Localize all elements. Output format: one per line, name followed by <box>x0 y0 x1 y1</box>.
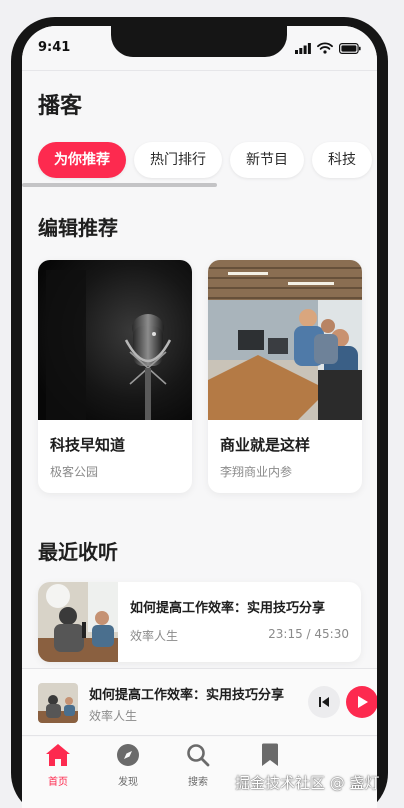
tab-tech[interactable]: 科技 <box>312 142 372 178</box>
tabs-scrollbar[interactable] <box>22 183 217 187</box>
tab-for-you[interactable]: 为你推荐 <box>38 142 126 178</box>
recent-episode-row[interactable]: 如何提高工作效率：实用技巧分享 效率人生 23:15 / 45:30 <box>38 582 361 662</box>
tab-hot-ranking[interactable]: 热门排行 <box>134 142 222 178</box>
skip-previous-icon <box>319 697 329 707</box>
card-author: 李翔商业内参 <box>220 465 293 479</box>
wifi-icon <box>317 42 333 54</box>
mini-player[interactable]: 如何提高工作效率：实用技巧分享 效率人生 <box>22 668 377 736</box>
podcast-card[interactable]: 科技早知道 极客公园 <box>38 260 192 493</box>
watermark-text: 掘金技术社区 @ 盏灯 <box>235 774 380 792</box>
recent-episode-progress: 23:15 / 45:30 <box>268 627 349 641</box>
tab-home[interactable]: 首页 <box>28 743 88 788</box>
category-tabs: 为你推荐 热门排行 新节目 科技 <box>38 142 377 180</box>
battery-icon <box>339 42 361 54</box>
home-icon <box>46 744 70 766</box>
tab-library[interactable] <box>240 743 300 773</box>
device-notch <box>111 17 287 57</box>
podcast-studio-image <box>38 582 118 662</box>
play-button[interactable] <box>346 686 377 718</box>
cellular-signal-icon <box>295 42 311 54</box>
now-playing-artwork <box>38 683 78 723</box>
card-title: 科技早知道 <box>50 436 126 454</box>
previous-button[interactable] <box>308 686 340 718</box>
card-author: 极客公园 <box>50 465 99 479</box>
podcast-card[interactable]: 商业就是这样 李翔商业内参 <box>208 260 362 493</box>
tab-search[interactable]: 搜索 <box>168 743 228 788</box>
recent-episode-podcast: 效率人生 <box>130 629 179 643</box>
header-divider <box>22 70 377 71</box>
card-title: 商业就是这样 <box>220 436 311 454</box>
compass-icon <box>117 744 139 766</box>
bookmark-icon <box>262 743 278 766</box>
status-icons <box>295 42 361 54</box>
tab-new-shows[interactable]: 新节目 <box>230 142 304 178</box>
office-meeting-image <box>208 260 362 420</box>
player-podcast: 效率人生 <box>89 709 138 723</box>
tab-home-label: 首页 <box>48 777 68 788</box>
play-icon <box>358 696 368 708</box>
tab-discover[interactable]: 发现 <box>98 743 158 788</box>
tab-discover-label: 发现 <box>118 777 138 788</box>
recent-title: 最近收听 <box>38 540 118 564</box>
player-title: 如何提高工作效率：实用技巧分享 <box>89 688 285 703</box>
editor-picks-title: 编辑推荐 <box>38 216 118 240</box>
recent-episode-title: 如何提高工作效率：实用技巧分享 <box>130 601 326 616</box>
page-title: 播客 <box>38 94 83 119</box>
studio-microphone-image <box>38 260 192 420</box>
app-screen: 9:41 播客 为你推荐 热门排行 新节目 科技 编辑推荐 科技早知道 极客公园… <box>22 26 377 808</box>
search-icon <box>187 744 210 767</box>
status-time: 9:41 <box>38 40 71 55</box>
tab-search-label: 搜索 <box>188 777 208 788</box>
